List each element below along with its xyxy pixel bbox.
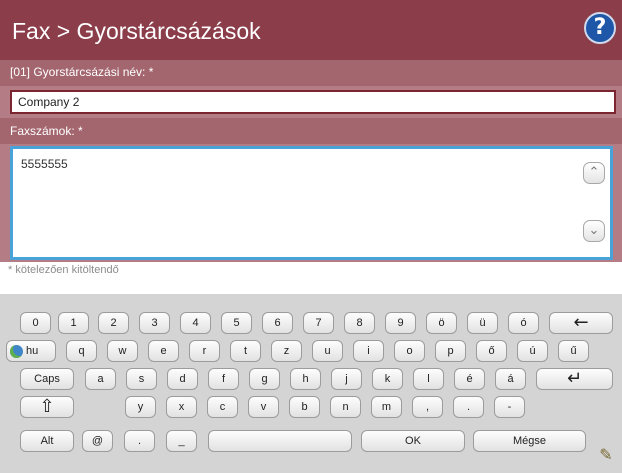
- numbers-label: Faxszámok: *: [10, 124, 83, 138]
- key-c[interactable]: c: [207, 396, 238, 418]
- key-3[interactable]: 3: [139, 312, 170, 334]
- language-key[interactable]: hu: [6, 340, 56, 362]
- key-r[interactable]: r: [189, 340, 220, 362]
- key-8[interactable]: 8: [344, 312, 375, 334]
- page-title: Fax > Gyorstárcsázások: [12, 18, 261, 44]
- caps-key[interactable]: Caps: [20, 368, 74, 390]
- key-0[interactable]: 0: [20, 312, 51, 334]
- alt-key[interactable]: Alt: [20, 430, 74, 452]
- fax-numbers-field[interactable]: 5555555 ⌃ ⌄: [10, 146, 613, 260]
- key-5[interactable]: 5: [221, 312, 252, 334]
- pencil-icon[interactable]: ✎: [594, 445, 618, 467]
- name-label-band: [01] Gyorstárcsázási név: *: [0, 60, 622, 86]
- key-n[interactable]: n: [330, 396, 361, 418]
- key-b[interactable]: b: [289, 396, 320, 418]
- key-j[interactable]: j: [331, 368, 362, 390]
- key-o-umlaut[interactable]: ö: [426, 312, 457, 334]
- chevron-down-icon[interactable]: ⌄: [583, 220, 605, 242]
- name-label: [01] Gyorstárcsázási név: *: [10, 65, 154, 79]
- globe-icon: [10, 344, 23, 358]
- key-u-umlaut[interactable]: ü: [467, 312, 498, 334]
- chevron-up-icon[interactable]: ⌃: [583, 162, 605, 184]
- key-at[interactable]: @: [82, 430, 113, 452]
- key-h[interactable]: h: [290, 368, 321, 390]
- required-note: * kötelezően kitöltendő: [8, 264, 119, 276]
- key-v[interactable]: v: [248, 396, 279, 418]
- key-7[interactable]: 7: [303, 312, 334, 334]
- key-m[interactable]: m: [371, 396, 402, 418]
- key-l[interactable]: l: [413, 368, 444, 390]
- key-comma[interactable]: ,: [412, 396, 443, 418]
- cancel-button[interactable]: Mégse: [473, 430, 586, 452]
- key-g[interactable]: g: [249, 368, 280, 390]
- enter-key[interactable]: ↵: [536, 368, 613, 390]
- backspace-key[interactable]: ←: [549, 312, 613, 334]
- key-1[interactable]: 1: [58, 312, 89, 334]
- key-o[interactable]: o: [394, 340, 425, 362]
- key-hyphen[interactable]: -: [494, 396, 525, 418]
- title-bar: Fax > Gyorstárcsázások ?: [0, 0, 622, 60]
- key-d[interactable]: d: [167, 368, 198, 390]
- key-dot[interactable]: .: [124, 430, 155, 452]
- key-y[interactable]: y: [125, 396, 156, 418]
- key-9[interactable]: 9: [385, 312, 416, 334]
- key-2[interactable]: 2: [98, 312, 129, 334]
- key-e[interactable]: e: [148, 340, 179, 362]
- on-screen-keyboard: 0 1 2 3 4 5 6 7 8 9 ö ü ó ← hu q w e r t…: [0, 294, 622, 473]
- key-q[interactable]: q: [66, 340, 97, 362]
- key-u-acute[interactable]: ú: [517, 340, 548, 362]
- key-x[interactable]: x: [166, 396, 197, 418]
- key-o-double-acute[interactable]: ő: [476, 340, 507, 362]
- fax-number-entry[interactable]: 5555555: [21, 157, 68, 171]
- key-s[interactable]: s: [126, 368, 157, 390]
- space-key[interactable]: [208, 430, 352, 452]
- name-input[interactable]: Company 2: [10, 90, 616, 114]
- help-icon[interactable]: ?: [584, 12, 616, 44]
- key-4[interactable]: 4: [180, 312, 211, 334]
- key-u[interactable]: u: [312, 340, 343, 362]
- key-a[interactable]: a: [85, 368, 116, 390]
- key-p[interactable]: p: [435, 340, 466, 362]
- key-period[interactable]: .: [453, 396, 484, 418]
- key-i[interactable]: i: [353, 340, 384, 362]
- key-e-acute[interactable]: é: [454, 368, 485, 390]
- key-k[interactable]: k: [372, 368, 403, 390]
- numbers-label-band: Faxszámok: *: [0, 118, 622, 144]
- key-u-double-acute[interactable]: ű: [558, 340, 589, 362]
- key-t[interactable]: t: [230, 340, 261, 362]
- key-w[interactable]: w: [107, 340, 138, 362]
- key-f[interactable]: f: [208, 368, 239, 390]
- ok-button[interactable]: OK: [361, 430, 465, 452]
- key-o-acute[interactable]: ó: [508, 312, 539, 334]
- language-label: hu: [26, 345, 39, 357]
- key-underscore[interactable]: _: [166, 430, 197, 452]
- key-z[interactable]: z: [271, 340, 302, 362]
- shift-key[interactable]: ⇧: [20, 396, 74, 418]
- key-a-acute[interactable]: á: [495, 368, 526, 390]
- key-6[interactable]: 6: [262, 312, 293, 334]
